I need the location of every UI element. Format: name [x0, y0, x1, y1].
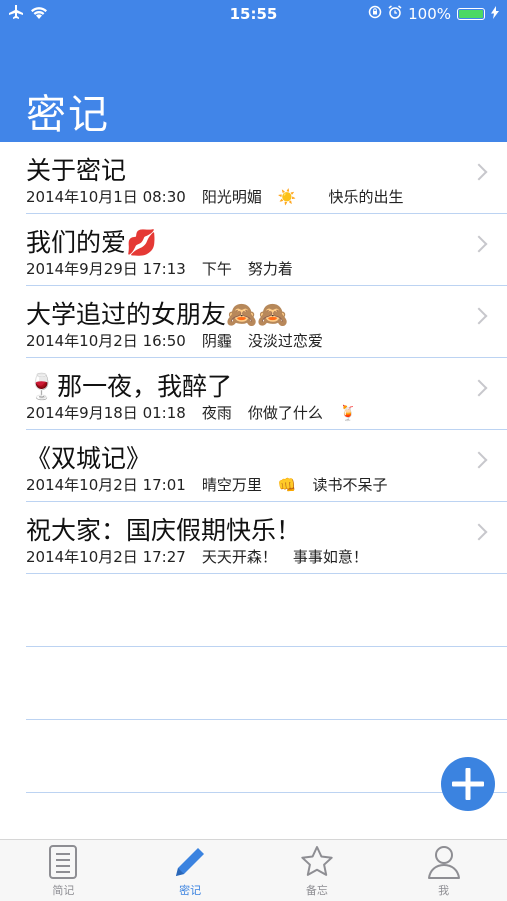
tab-label: 我: [438, 884, 450, 897]
tab-me[interactable]: 我: [380, 840, 507, 901]
fist-emoji-icon: 👊: [277, 476, 297, 494]
entry-date: 2014年9月29日 17:13: [26, 260, 186, 278]
entry-meta: 2014年10月1日 08:30 阳光明媚 ☀️ 快乐的出生: [26, 186, 420, 207]
alarm-icon: [388, 5, 402, 23]
kiss-emoji-icon: 💋: [126, 228, 158, 257]
empty-row-divider: [26, 647, 507, 720]
sun-emoji-icon: ☀️: [277, 188, 297, 206]
entry-mood: 快乐的出生: [328, 188, 404, 206]
tab-label: 备忘: [305, 884, 328, 897]
entry-title: 我们的爱💋: [26, 228, 158, 257]
entry-weather: 晴空万里: [201, 476, 262, 494]
airplane-icon: [8, 5, 24, 23]
entry-mood: 没淡过恋爱: [247, 332, 323, 350]
status-left: [8, 5, 48, 23]
wine-glass-emoji-icon: 🍷: [26, 372, 58, 401]
entry-meta: 2014年9月18日 01:18 夜雨 你做了什么 🍹: [26, 402, 390, 423]
entry-meta: 2014年10月2日 16:50 阴霾 没淡过恋爱: [26, 330, 339, 351]
chevron-right-icon: [470, 451, 488, 469]
entry-title: 祝大家：国庆假期快乐！: [26, 516, 302, 545]
entry-meta: 2014年9月29日 17:13 下午 努力着: [26, 258, 309, 279]
entry-date: 2014年9月18日 01:18: [26, 404, 186, 422]
entry-mood: 👊 读书不呆子: [277, 476, 388, 494]
entry-weather: 夜雨: [201, 404, 232, 422]
entry-date: 2014年10月2日 17:27: [26, 548, 186, 566]
entry-weather: 天天开森！: [201, 548, 277, 566]
tab-label: 简记: [52, 884, 75, 897]
entry-mood: 努力着: [247, 260, 293, 278]
star-icon: [301, 846, 333, 876]
entry-mood: 你做了什么 🍹: [247, 404, 358, 422]
list-item[interactable]: 我们的爱💋 2014年9月29日 17:13 下午 努力着: [26, 214, 507, 286]
pencil-icon: [176, 848, 205, 876]
entry-meta: 2014年10月2日 17:01 晴空万里 👊 读书不呆子: [26, 474, 420, 495]
empty-row-divider: [26, 574, 507, 647]
notepad-icon: [49, 845, 78, 879]
entry-weather: 阴霾: [201, 332, 232, 350]
page-title: 密记: [26, 92, 110, 138]
entry-date: 2014年10月1日 08:30: [26, 188, 186, 206]
empty-row-divider: [26, 720, 507, 793]
add-entry-button[interactable]: [441, 757, 495, 811]
tab-notes[interactable]: 简记: [0, 840, 127, 901]
cocktail-emoji-icon: 🍹: [338, 404, 358, 422]
charging-icon: [491, 5, 499, 23]
plus-icon: [452, 768, 484, 800]
rotation-lock-icon: [368, 5, 382, 23]
tab-memo[interactable]: 备忘: [254, 840, 381, 901]
person-icon: [427, 846, 460, 879]
list-item[interactable]: 祝大家：国庆假期快乐！ 2014年10月2日 17:27 天天开森！ 事事如意！: [26, 502, 507, 574]
tab-label: 密记: [179, 884, 202, 897]
list-item[interactable]: 大学追过的女朋友🙈🙈 2014年10月2日 16:50 阴霾 没淡过恋爱: [26, 286, 507, 358]
chevron-right-icon: [470, 307, 488, 325]
entry-meta: 2014年10月2日 17:27 天天开森！ 事事如意！: [26, 546, 384, 567]
status-right: 100%: [368, 5, 499, 23]
tab-secret-diary[interactable]: 密记: [127, 840, 254, 901]
entry-weather: 阳光明媚 ☀️: [201, 188, 297, 206]
battery-icon: [457, 8, 485, 20]
entry-list: 关于密记 2014年10月1日 08:30 阳光明媚 ☀️ 快乐的出生 我们的爱💋 2…: [0, 142, 507, 793]
entry-weather: 下午: [201, 260, 232, 278]
entry-title: 大学追过的女朋友🙈🙈: [26, 300, 289, 329]
list-item[interactable]: 🍷那一夜，我醉了 2014年9月18日 01:18 夜雨 你做了什么 🍹: [26, 358, 507, 430]
status-bar: 15:55 100%: [0, 0, 507, 28]
chevron-right-icon: [470, 235, 488, 253]
list-item[interactable]: 《双城记》 2014年10月2日 17:01 晴空万里 👊 读书不呆子: [26, 430, 507, 502]
entry-title: 🍷那一夜，我醉了: [26, 372, 233, 401]
entry-title: 《双城记》: [26, 444, 152, 473]
see-no-evil-monkey-emoji-icon: 🙈🙈: [226, 300, 289, 329]
tab-bar: 简记 密记 备忘 我: [0, 839, 507, 901]
list-item[interactable]: 关于密记 2014年10月1日 08:30 阳光明媚 ☀️ 快乐的出生: [26, 142, 507, 214]
nav-header: 密记: [0, 28, 507, 142]
chevron-right-icon: [470, 523, 488, 541]
entry-mood: 事事如意！: [292, 548, 368, 566]
entry-title: 关于密记: [26, 156, 127, 185]
chevron-right-icon: [470, 163, 488, 181]
entry-date: 2014年10月2日 17:01: [26, 476, 186, 494]
battery-percent: 100%: [408, 5, 451, 23]
chevron-right-icon: [470, 379, 488, 397]
wifi-icon: [30, 5, 48, 23]
entry-date: 2014年10月2日 16:50: [26, 332, 186, 350]
